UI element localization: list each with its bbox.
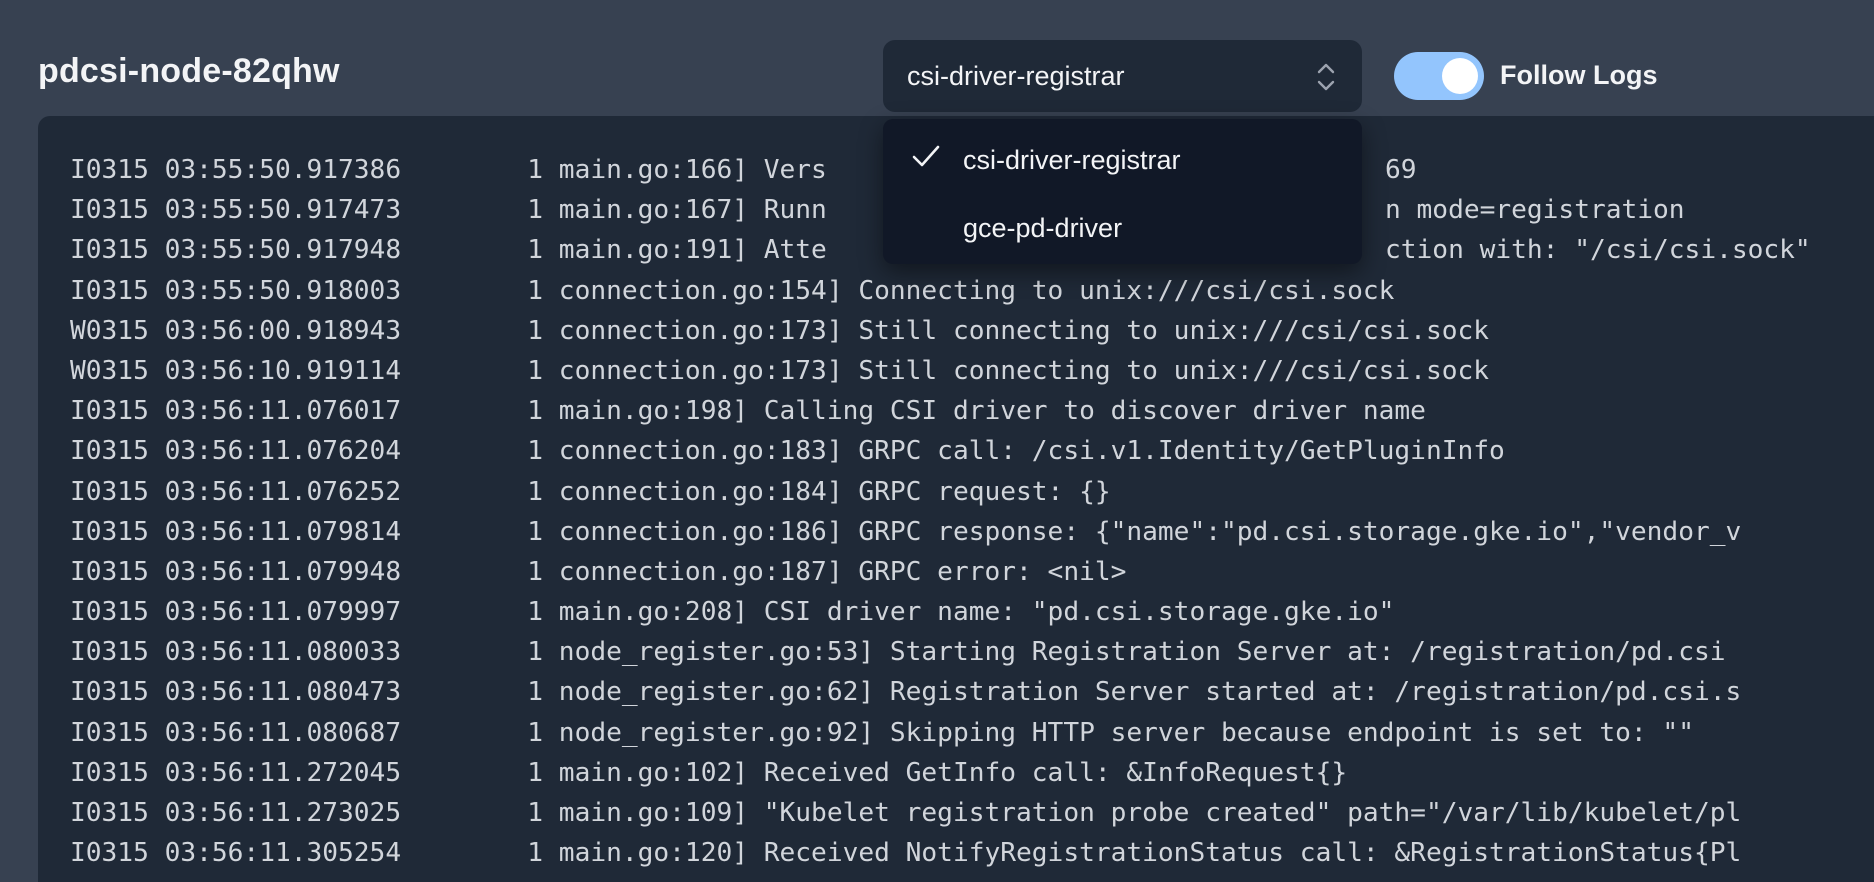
log-line: I0315 03:56:11.076204 1 connection.go:18…	[70, 431, 1741, 471]
log-message: main.go:120] Received NotifyRegistration…	[558, 838, 1742, 869]
log-thread-id: 1	[527, 155, 544, 185]
log-thread-id: 1	[527, 717, 544, 748]
log-line: I0315 03:56:11.079997 1 main.go:208] CSI…	[70, 592, 1741, 632]
log-message: connection.go:183] GRPC call: /csi.v1.Id…	[558, 436, 1505, 467]
log-line: I0315 03:56:11.272045 1 main.go:102] Rec…	[70, 753, 1741, 793]
log-message: main.go:109] "Kubelet registration probe…	[558, 798, 1742, 828]
log-line: I0315 03:56:11.079814 1 connection.go:18…	[70, 512, 1741, 552]
log-thread-id: 1	[527, 757, 544, 788]
log-timestamp: I0315 03:56:11.076204	[70, 436, 402, 467]
container-select-value: csi-driver-registrar	[907, 61, 1125, 91]
log-message: main.go:191] Atte	[558, 235, 827, 266]
log-message: node_register.go:53] Starting Registrati…	[558, 637, 1726, 668]
log-line: I0315 03:56:11.076017 1 main.go:198] Cal…	[70, 391, 1741, 431]
log-line: W0315 03:56:10.919114 1 connection.go:17…	[70, 351, 1741, 391]
log-timestamp: I0315 03:56:11.079814	[70, 516, 402, 547]
log-timestamp: I0315 03:56:11.273025	[70, 798, 402, 828]
log-timestamp: W0315 03:56:00.918943	[70, 315, 402, 346]
log-line-tail: 69	[1385, 155, 1417, 185]
log-message: node_register.go:62] Registration Server…	[558, 677, 1742, 708]
log-line: I0315 03:56:11.080687 1 node_register.go…	[70, 713, 1741, 753]
log-message: main.go:102] Received GetInfo call: &Inf…	[558, 757, 1348, 788]
log-line: I0315 03:56:11.080033 1 node_register.go…	[70, 632, 1741, 672]
log-timestamp: I0315 03:56:11.080687	[70, 717, 402, 748]
container-select[interactable]: csi-driver-registrar	[883, 40, 1362, 112]
log-timestamp: I0315 03:56:11.079997	[70, 597, 402, 628]
menu-item-csi-driver-registrar[interactable]: csi-driver-registrar	[883, 124, 1362, 190]
log-timestamp: I0315 03:55:50.917386	[70, 155, 402, 185]
log-timestamp: I0315 03:56:11.080473	[70, 677, 402, 708]
log-message: connection.go:154] Connecting to unix://…	[558, 275, 1395, 306]
follow-logs-toggle[interactable]	[1394, 52, 1484, 100]
log-message: connection.go:186] GRPC response: {"name…	[558, 516, 1742, 547]
log-timestamp: I0315 03:56:11.076252	[70, 476, 402, 507]
log-message: connection.go:173] Still connecting to u…	[558, 315, 1490, 346]
pod-name-title: pdcsi-node-82qhw	[38, 52, 340, 90]
log-message: main.go:198] Calling CSI driver to disco…	[558, 396, 1426, 427]
log-thread-id: 1	[527, 476, 544, 507]
log-line: I0315 03:56:11.080473 1 node_register.go…	[70, 672, 1741, 712]
log-line: I0315 03:56:11.079948 1 connection.go:18…	[70, 552, 1741, 592]
follow-logs-label: Follow Logs	[1500, 60, 1658, 90]
log-thread-id: 1	[527, 838, 544, 869]
log-thread-id: 1	[527, 556, 544, 587]
menu-item-gce-pd-driver[interactable]: gce-pd-driver	[883, 192, 1362, 258]
log-timestamp: I0315 03:56:11.272045	[70, 757, 402, 788]
log-line: I0315 03:56:11.076252 1 connection.go:18…	[70, 472, 1741, 512]
log-message: connection.go:173] Still connecting to u…	[558, 355, 1490, 386]
log-line-tail: n mode=registration	[1385, 195, 1685, 225]
log-timestamp: I0315 03:55:50.917473	[70, 195, 402, 226]
log-thread-id: 1	[527, 195, 544, 226]
log-timestamp: I0315 03:56:11.305254	[70, 838, 402, 869]
log-thread-id: 1	[527, 516, 544, 547]
log-message: main.go:208] CSI driver name: "pd.csi.st…	[558, 597, 1395, 628]
container-dropdown-menu: csi-driver-registrar gce-pd-driver	[883, 119, 1362, 264]
menu-item-label: gce-pd-driver	[963, 213, 1123, 243]
log-viewer: pdcsi-node-82qhw csi-driver-registrar Fo…	[0, 0, 1874, 882]
log-thread-id: 1	[527, 798, 544, 828]
log-timestamp: W0315 03:56:10.919114	[70, 355, 402, 386]
log-thread-id: 1	[527, 597, 544, 628]
log-timestamp: I0315 03:56:11.080033	[70, 637, 402, 668]
log-line: I0315 03:56:11.273025 1 main.go:109] "Ku…	[70, 793, 1741, 833]
log-message: connection.go:184] GRPC request: {}	[558, 476, 1111, 507]
checkmark-icon	[912, 145, 940, 167]
log-thread-id: 1	[527, 396, 544, 427]
log-thread-id: 1	[527, 275, 544, 306]
log-timestamp: I0315 03:55:50.918003	[70, 275, 402, 306]
log-line: I0315 03:55:50.918003 1 connection.go:15…	[70, 271, 1741, 311]
log-thread-id: 1	[527, 677, 544, 708]
log-timestamp: I0315 03:56:11.079948	[70, 556, 402, 587]
log-message: main.go:167] Runn	[558, 195, 827, 226]
toggle-knob	[1442, 58, 1478, 94]
log-timestamp: I0315 03:56:11.076017	[70, 396, 402, 427]
log-message: connection.go:187] GRPC error: <nil>	[558, 556, 1127, 587]
log-thread-id: 1	[527, 637, 544, 668]
menu-item-label: csi-driver-registrar	[963, 145, 1181, 175]
log-line-tail: ction with: "/csi/csi.sock"	[1385, 235, 1811, 265]
log-timestamp: I0315 03:55:50.917948	[70, 235, 402, 266]
log-thread-id: 1	[527, 315, 544, 346]
log-message: main.go:166] Vers	[558, 155, 827, 185]
log-thread-id: 1	[527, 355, 544, 386]
log-message: node_register.go:92] Skipping HTTP serve…	[558, 717, 1694, 748]
log-line: I0315 03:56:11.305254 1 main.go:120] Rec…	[70, 833, 1741, 873]
log-thread-id: 1	[527, 436, 544, 467]
chevron-up-down-icon	[1317, 63, 1335, 91]
log-line: W0315 03:56:00.918943 1 connection.go:17…	[70, 311, 1741, 351]
log-thread-id: 1	[527, 235, 544, 266]
